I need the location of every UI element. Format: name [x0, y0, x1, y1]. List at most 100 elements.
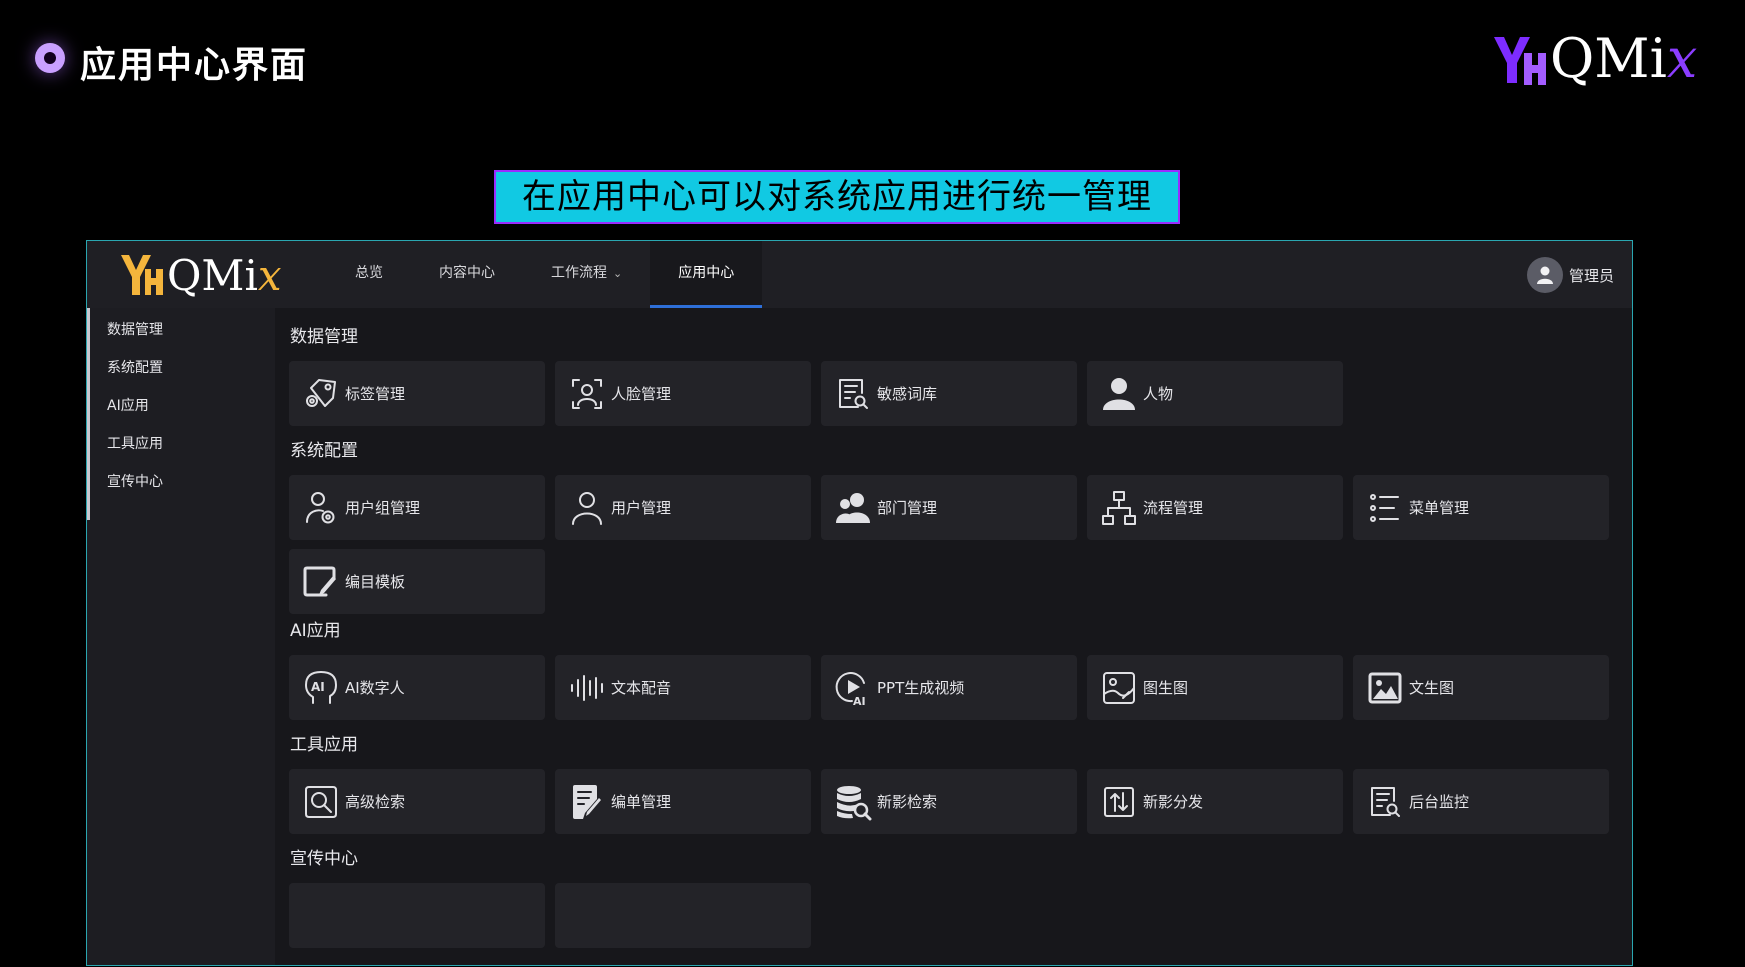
- sidebar-item-tool-apps[interactable]: 工具应用: [107, 433, 163, 453]
- app-card-user-management[interactable]: 用户管理: [555, 475, 811, 540]
- document-search-icon: [833, 374, 873, 414]
- app-window: QMix 总览 内容中心 工作流程 ⌄ 应用中心 管理员 数据管理 系统配置 AI…: [86, 240, 1633, 966]
- app-card-label: AI数字人: [345, 679, 405, 697]
- avatar: [1526, 257, 1563, 293]
- sidebar-item-ai-apps[interactable]: AI应用: [107, 395, 149, 415]
- app-card-label: PPT生成视频: [877, 679, 965, 697]
- brand-text: QMi: [1550, 27, 1667, 90]
- app-card-label: 文本配音: [611, 679, 672, 697]
- app-card-label: 新影检索: [877, 793, 938, 811]
- app-logo-text: QMi: [167, 251, 258, 300]
- app-card-label: 用户管理: [611, 499, 672, 517]
- app-card-text-to-image[interactable]: 文生图: [1353, 655, 1609, 720]
- play-ai-icon: AI: [833, 668, 873, 708]
- app-card-user-group-management[interactable]: 用户组管理: [289, 475, 545, 540]
- users-icon: [833, 488, 873, 528]
- database-search-icon: [833, 782, 873, 822]
- app-logo[interactable]: QMix: [119, 251, 299, 301]
- nav-content-center[interactable]: 内容中心: [411, 241, 523, 308]
- app-card-label: 流程管理: [1143, 499, 1204, 517]
- user-gear-icon: [301, 488, 341, 528]
- image-icon: [1365, 668, 1405, 708]
- nav-app-center-label: 应用中心: [678, 265, 735, 281]
- app-card-process-management[interactable]: 流程管理: [1087, 475, 1343, 540]
- app-card-face-management[interactable]: 人脸管理: [555, 361, 811, 426]
- user-menu[interactable]: 管理员: [1526, 257, 1614, 293]
- brand-logo: QMix: [1490, 28, 1710, 90]
- app-card-text-to-speech[interactable]: 文本配音: [555, 655, 811, 720]
- search-box-icon: [301, 782, 341, 822]
- app-card-xinying-search[interactable]: 新影检索: [821, 769, 1077, 834]
- app-card-label: 标签管理: [345, 385, 406, 403]
- app-card-advanced-search[interactable]: 高级检索: [289, 769, 545, 834]
- section-title-system-config: 系统配置: [290, 441, 358, 461]
- brand-text-accent: x: [1666, 27, 1698, 90]
- nav-content-center-label: 内容中心: [439, 265, 495, 281]
- app-card-tag-management[interactable]: 标签管理: [289, 361, 545, 426]
- sidebar-item-promo-center[interactable]: 宣传中心: [107, 471, 163, 491]
- app-card-catalog-template[interactable]: 编目模板: [289, 549, 545, 614]
- banner-caption: 在应用中心可以对系统应用进行统一管理: [494, 170, 1180, 224]
- edit-window-icon: [301, 562, 341, 602]
- app-card-promo-partial-2[interactable]: [555, 883, 811, 948]
- app-card-label: 编目模板: [345, 573, 406, 591]
- app-card-schedule-management[interactable]: 编单管理: [555, 769, 811, 834]
- app-card-label: 新影分发: [1143, 793, 1204, 811]
- app-card-department-management[interactable]: 部门管理: [821, 475, 1077, 540]
- app-logo-text-accent: x: [257, 251, 282, 300]
- face-scan-icon: [567, 374, 607, 414]
- app-card-promo-partial-1[interactable]: [289, 883, 545, 948]
- user-icon: [567, 488, 607, 528]
- top-bar: QMix 总览 内容中心 工作流程 ⌄ 应用中心 管理员: [87, 241, 1632, 308]
- app-card-label: 用户组管理: [345, 499, 421, 517]
- list-icon: [1365, 488, 1405, 528]
- app-card-label: 菜单管理: [1409, 499, 1470, 517]
- bullet-icon: [35, 43, 65, 73]
- ai-head-icon: AI: [301, 668, 341, 708]
- slide-title: 应用中心界面: [80, 45, 309, 86]
- sidebar-item-data-management[interactable]: 数据管理: [107, 319, 163, 339]
- nav-workflow[interactable]: 工作流程 ⌄: [523, 241, 650, 308]
- app-card-label: 编单管理: [611, 793, 672, 811]
- user-avatar-icon: [1536, 266, 1553, 284]
- app-card-label: 敏感词库: [877, 385, 938, 403]
- app-card-sensitive-words[interactable]: 敏感词库: [821, 361, 1077, 426]
- svg-text:AI: AI: [311, 680, 325, 694]
- app-card-ppt-to-video[interactable]: AI PPT生成视频: [821, 655, 1077, 720]
- person-icon: [1099, 374, 1139, 414]
- sidebar-item-system-config[interactable]: 系统配置: [107, 357, 163, 377]
- app-card-label: 部门管理: [877, 499, 938, 517]
- sidebar: 数据管理 系统配置 AI应用 工具应用 宣传中心: [87, 308, 275, 965]
- section-title-ai-apps: AI应用: [290, 621, 341, 641]
- app-card-label: 高级检索: [345, 793, 406, 811]
- main-nav: 总览 内容中心 工作流程 ⌄ 应用中心: [327, 241, 763, 308]
- nav-overview[interactable]: 总览: [327, 241, 411, 308]
- note-edit-icon: [567, 782, 607, 822]
- app-card-label: 图生图: [1143, 679, 1189, 697]
- app-card-person[interactable]: 人物: [1087, 361, 1343, 426]
- tags-icon: [301, 374, 341, 414]
- audio-wave-icon: [567, 668, 607, 708]
- hierarchy-icon: [1099, 488, 1139, 528]
- section-title-data-management: 数据管理: [290, 327, 358, 347]
- monitor-list-icon: [1365, 782, 1405, 822]
- nav-app-center[interactable]: 应用中心: [650, 241, 763, 308]
- app-card-backend-monitoring[interactable]: 后台监控: [1353, 769, 1609, 834]
- svg-text:AI: AI: [853, 695, 866, 707]
- app-card-label: 后台监控: [1409, 793, 1470, 811]
- app-card-label: 人物: [1143, 385, 1174, 403]
- app-logo-mark-icon: [121, 255, 163, 295]
- app-card-label: 文生图: [1409, 679, 1455, 697]
- user-name: 管理员: [1568, 266, 1614, 285]
- app-card-label: 人脸管理: [611, 385, 672, 403]
- nav-workflow-label: 工作流程: [551, 265, 607, 281]
- nav-overview-label: 总览: [355, 265, 383, 281]
- app-card-ai-digital-human[interactable]: AI AI数字人: [289, 655, 545, 720]
- sort-arrows-icon: [1099, 782, 1139, 822]
- app-card-image-to-image[interactable]: 图生图: [1087, 655, 1343, 720]
- app-card-menu-management[interactable]: 菜单管理: [1353, 475, 1609, 540]
- app-card-xinying-distribution[interactable]: 新影分发: [1087, 769, 1343, 834]
- image-edit-icon: [1099, 668, 1139, 708]
- sidebar-scroll-rail: [87, 308, 90, 520]
- main-content: 数据管理 标签管理 人脸管理 敏感词库 人物 系统配置 用户组管理 用户管理 部…: [275, 308, 1632, 965]
